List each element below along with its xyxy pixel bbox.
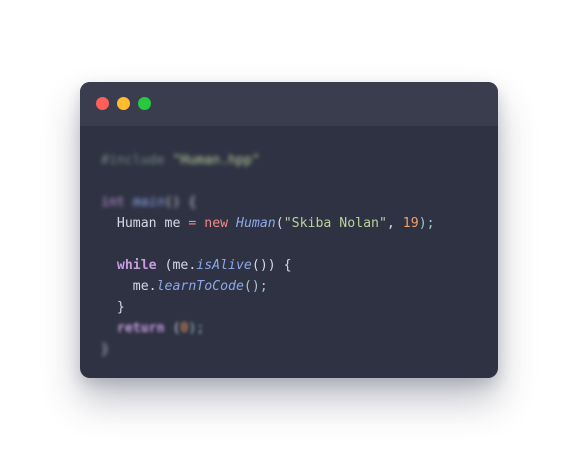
code-token-plain: ()) {: [251, 258, 292, 273]
code-token-plain: }: [101, 342, 109, 357]
code-line: int main() {: [101, 192, 435, 213]
maximize-icon[interactable]: [138, 97, 151, 110]
code-token-plain: ,: [386, 216, 403, 231]
code-token-keyword: return: [116, 321, 165, 336]
code-line: }: [101, 297, 435, 318]
code-token-plain: Human me: [101, 216, 189, 231]
code-token-func: learnToCode: [156, 279, 244, 294]
code-token-string: "Human.hpp": [172, 153, 260, 168]
code-token-func: main: [132, 195, 165, 210]
close-icon[interactable]: [96, 97, 109, 110]
code-token-punct: ();: [243, 279, 268, 294]
code-token-plain: (: [164, 321, 181, 336]
code-line: }: [101, 339, 435, 360]
code-token-punct: );: [418, 216, 435, 231]
code-token-plain: (me.: [156, 258, 197, 273]
code-token-plain: () {: [164, 195, 197, 210]
code-line: me.learnToCode();: [101, 276, 435, 297]
code-token-number: 19: [402, 216, 419, 231]
code-token-punct: );: [188, 321, 205, 336]
code-token-new: new: [204, 216, 229, 231]
code-token-comment: #include: [101, 153, 165, 168]
code-line: return (0);: [101, 318, 435, 339]
code-line: while (me.isAlive()) {: [101, 255, 435, 276]
code-token-plain: }: [101, 300, 125, 315]
code-token-plain: me.: [101, 279, 157, 294]
code-token-plain: (: [275, 216, 284, 231]
title-bar: [80, 82, 498, 126]
code-token-func: Human: [236, 216, 276, 231]
code-token-keyword: while: [116, 258, 157, 273]
code-window: #include "Human.hpp" int main() { Human m…: [80, 82, 498, 378]
minimize-icon[interactable]: [117, 97, 130, 110]
code-token-type: int: [101, 195, 125, 210]
code-line: #include "Human.hpp": [101, 150, 435, 171]
code-token-func: isAlive: [196, 258, 252, 273]
code-line: Human me = new Human("Skiba Nolan", 19);: [101, 213, 435, 234]
code-token-string: "Skiba Nolan": [283, 216, 387, 231]
code-block: #include "Human.hpp" int main() { Human m…: [101, 150, 435, 360]
